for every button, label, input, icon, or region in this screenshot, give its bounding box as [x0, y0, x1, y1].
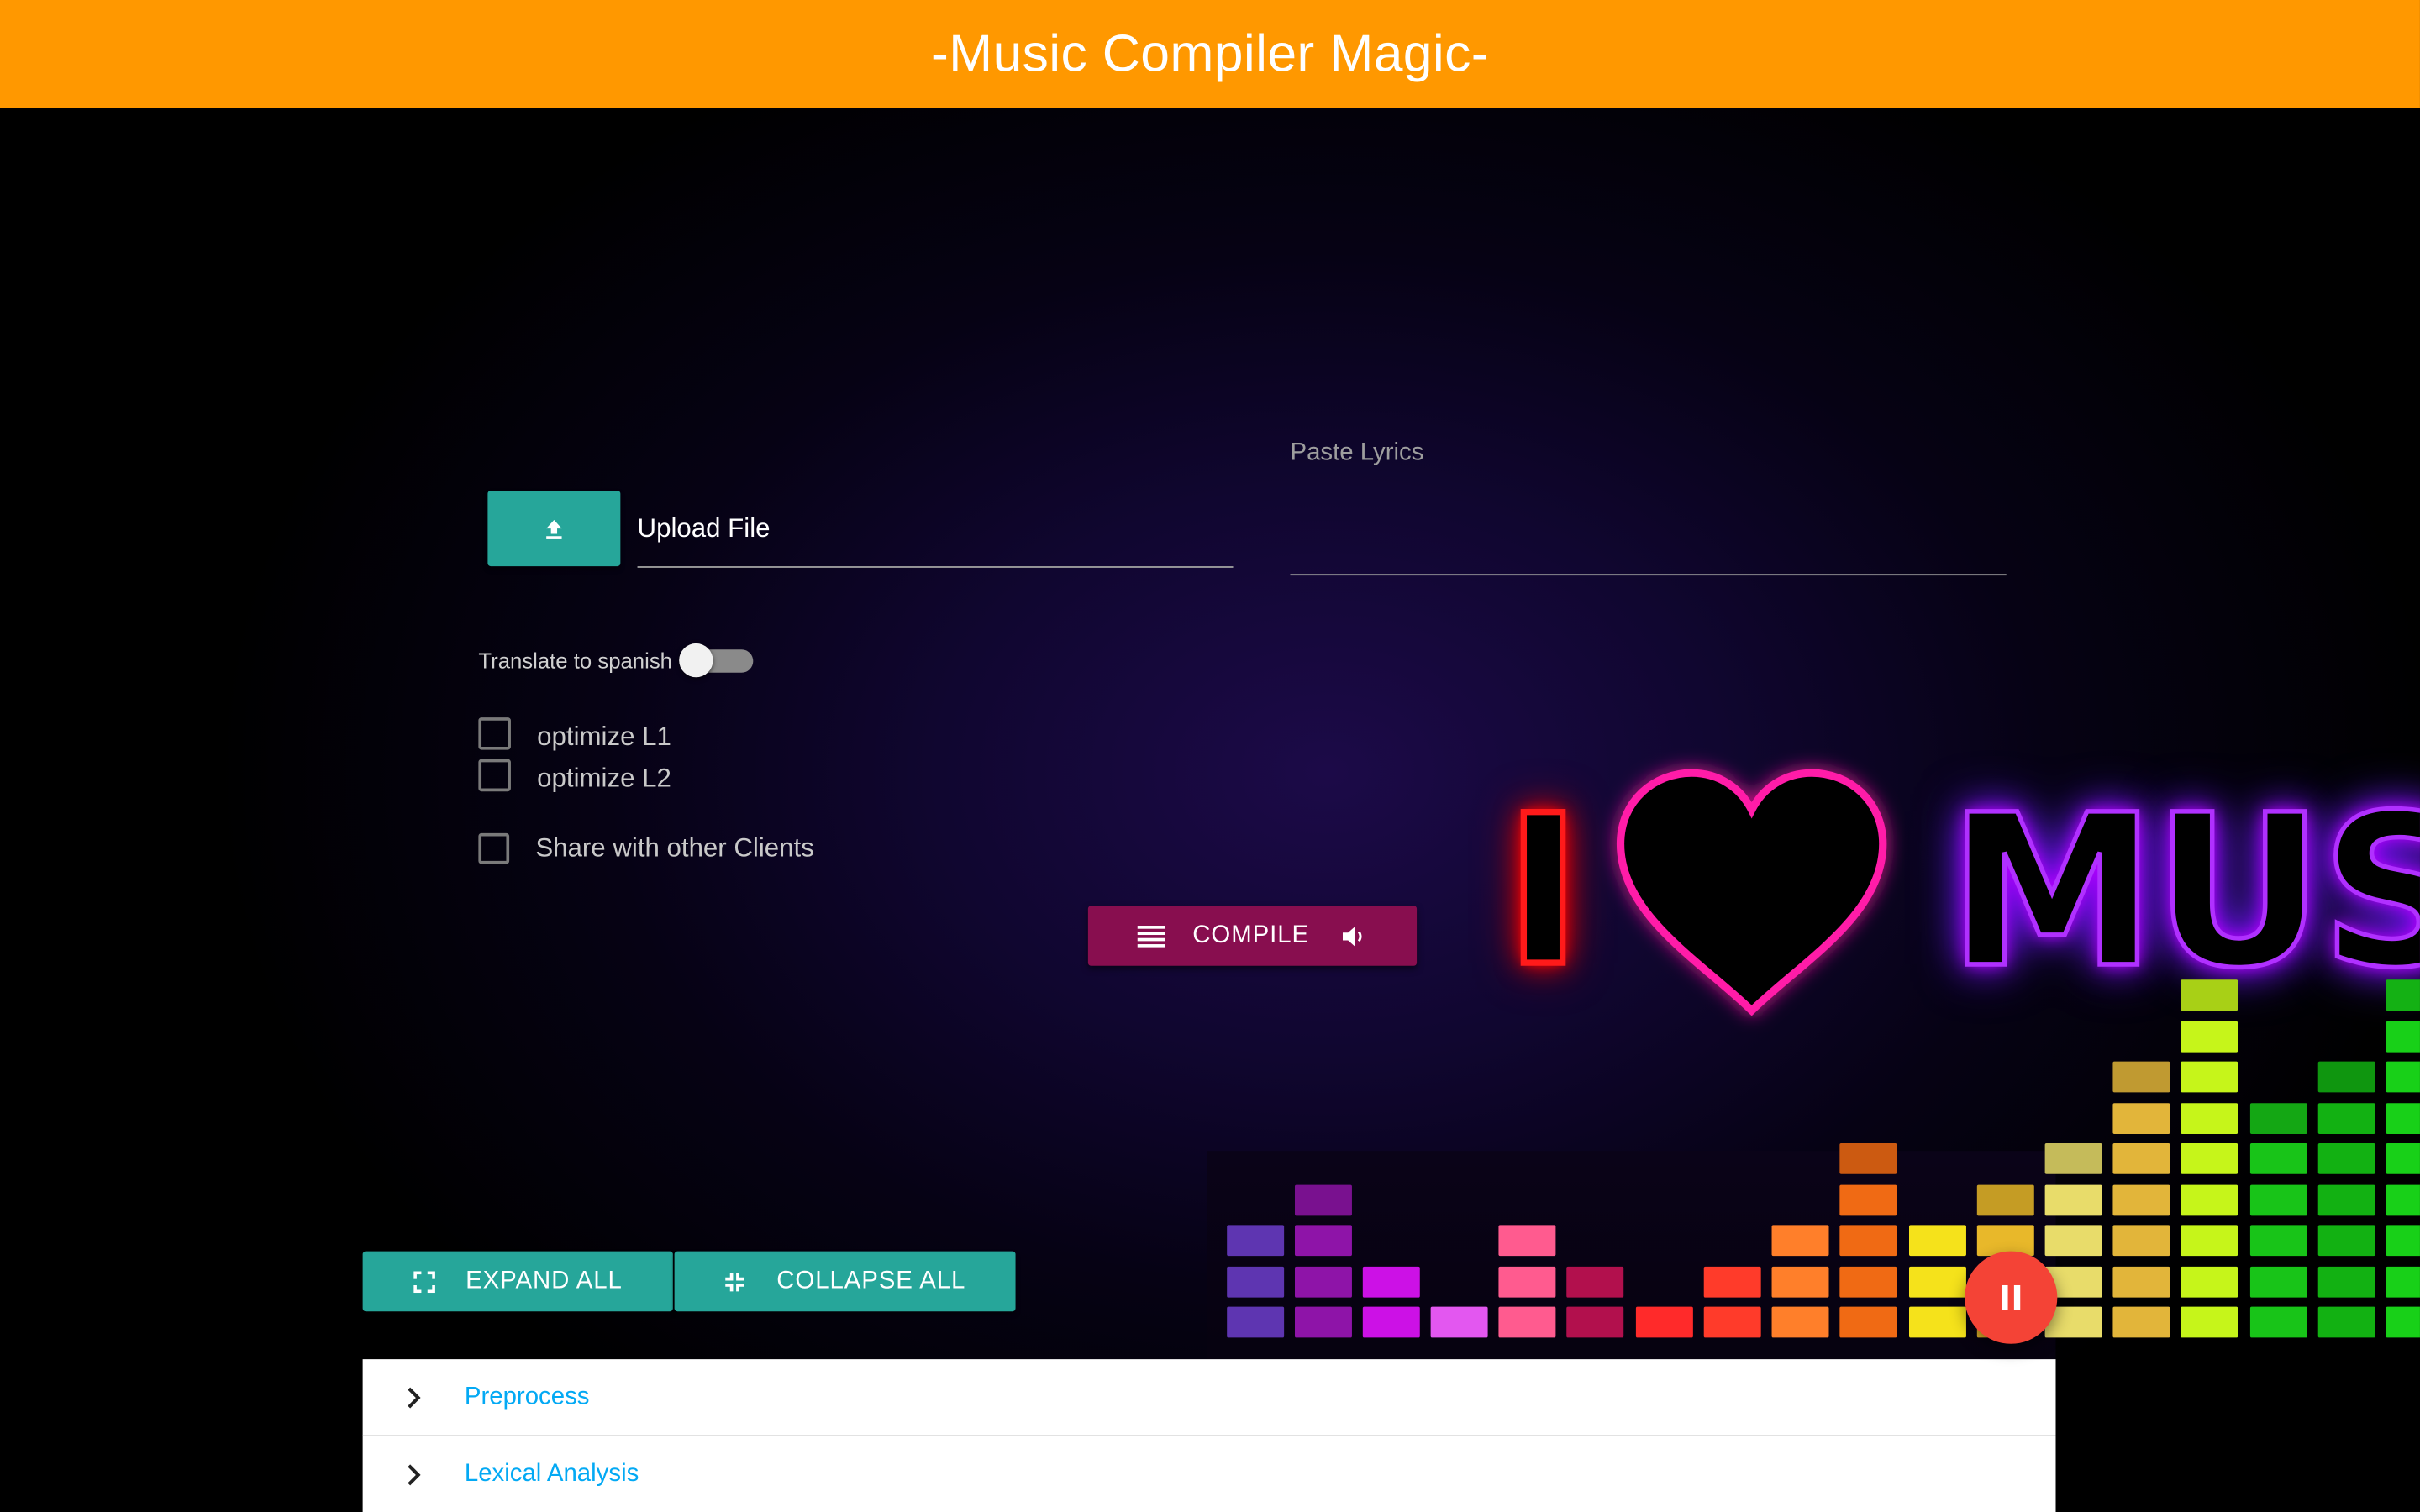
- main-stage: Upload File Paste Lyrics Translate to sp…: [0, 108, 2420, 1512]
- upload-button[interactable]: [487, 491, 621, 567]
- equalizer-bar-cell: [2386, 1184, 2420, 1215]
- translate-label: Translate to spanish: [478, 648, 672, 673]
- equalizer-bar-cell: [2386, 1266, 2420, 1297]
- optimize-l1-label: optimize L1: [537, 722, 671, 752]
- equalizer-bar-cell: [2317, 1225, 2375, 1257]
- equalizer-bar-cell: [2249, 1266, 2307, 1297]
- collapse-all-label: COLLAPSE ALL: [776, 1267, 966, 1294]
- toggle-knob: [679, 643, 713, 678]
- equalizer-backdrop: [1207, 1151, 2056, 1368]
- equalizer-bar-cell: [2386, 1102, 2420, 1134]
- share-checkbox[interactable]: [478, 832, 510, 864]
- equalizer-bar-cell: [2112, 1061, 2170, 1093]
- equalizer-bar-cell: [2249, 1225, 2307, 1257]
- lyrics-input[interactable]: [1290, 494, 2007, 576]
- optimize-l2-option[interactable]: optimize L2: [478, 754, 671, 795]
- app-header: -Music Compiler Magic-: [0, 0, 2420, 108]
- equalizer-bar-cell: [2181, 1102, 2238, 1134]
- fullscreen-icon: [413, 1270, 435, 1293]
- pause-button[interactable]: [1965, 1251, 2058, 1344]
- equalizer-bar-cell: [2112, 1102, 2170, 1134]
- equalizer-bar-cell: [2181, 1061, 2238, 1093]
- translate-toggle[interactable]: [679, 643, 754, 678]
- equalizer-bar-cell: [2249, 1142, 2307, 1174]
- equalizer-bar-cell: [2181, 1306, 2238, 1338]
- equalizer-bar-cell: [2386, 1020, 2420, 1052]
- equalizer-bar-cell: [2317, 1266, 2375, 1297]
- banner-word: MUS: [1945, 771, 2420, 1016]
- pause-icon: [2002, 1284, 2021, 1310]
- share-option[interactable]: Share with other Clients: [478, 832, 814, 864]
- equalizer-bar-cell: [2317, 1102, 2375, 1134]
- section-preprocess[interactable]: Preprocess: [362, 1359, 2056, 1436]
- upload-icon: [546, 519, 562, 539]
- app-title: -Music Compiler Magic-: [931, 24, 1489, 83]
- lyrics-label: Paste Lyrics: [1290, 439, 1424, 466]
- equalizer-bar-cell: [2386, 1225, 2420, 1257]
- sections-list: Preprocess Lexical Analysis: [362, 1359, 2056, 1512]
- fullscreen-exit-icon: [724, 1271, 746, 1293]
- equalizer-bar-cell: [2386, 1306, 2420, 1338]
- upload-file-path[interactable]: Upload File: [637, 496, 1234, 568]
- equalizer-bar-cell: [2317, 1142, 2375, 1174]
- equalizer-bar-cell: [2317, 1306, 2375, 1338]
- expand-all-label: EXPAND ALL: [466, 1267, 623, 1294]
- section-lexical-analysis[interactable]: Lexical Analysis: [362, 1436, 2056, 1512]
- optimize-l1-option[interactable]: optimize L1: [478, 713, 671, 753]
- equalizer-bar-cell: [2249, 1184, 2307, 1215]
- section-label: Preprocess: [464, 1383, 590, 1410]
- chevron-right-icon: [363, 1463, 465, 1485]
- equalizer-bar-cell: [2112, 1184, 2170, 1215]
- equalizer-bar-cell: [2386, 1061, 2420, 1093]
- app-root: -Music Compiler Magic- Upload File Paste…: [0, 0, 2420, 1512]
- expand-all-button[interactable]: EXPAND ALL: [362, 1251, 673, 1312]
- equalizer-bar-cell: [2181, 1020, 2238, 1052]
- collapse-all-button[interactable]: COLLAPSE ALL: [674, 1251, 1016, 1312]
- banner-letter-i: I: [1502, 771, 1585, 1012]
- heart-icon: [1608, 764, 1896, 1023]
- equalizer-bar-cell: [2112, 1225, 2170, 1257]
- equalizer-bar-cell: [2249, 1102, 2307, 1134]
- equalizer-bar-cell: [2112, 1142, 2170, 1174]
- equalizer-bar-cell: [2317, 1061, 2375, 1093]
- equalizer-bar-cell: [2112, 1306, 2170, 1338]
- section-label: Lexical Analysis: [464, 1460, 639, 1487]
- optimize-l2-label: optimize L2: [537, 764, 671, 794]
- compile-label: COMPILE: [1192, 921, 1309, 948]
- equalizer-bar-cell: [2386, 1142, 2420, 1174]
- equalizer-bar-cell: [2181, 1184, 2238, 1215]
- equalizer-bar-cell: [2317, 1184, 2375, 1215]
- volume-icon: [1343, 925, 1367, 947]
- compile-button[interactable]: COMPILE: [1087, 906, 1418, 966]
- list-icon: [1137, 925, 1165, 947]
- equalizer-bar-cell: [2181, 1225, 2238, 1257]
- equalizer-bar-cell: [2249, 1306, 2307, 1338]
- share-label: Share with other Clients: [535, 832, 814, 863]
- equalizer-bar-cell: [2112, 1266, 2170, 1297]
- upload-label: Upload File: [637, 513, 771, 543]
- equalizer-bar-cell: [2181, 1142, 2238, 1174]
- optimize-l2-checkbox[interactable]: [478, 758, 511, 791]
- equalizer-bar-cell: [2181, 1266, 2238, 1297]
- chevron-right-icon: [363, 1386, 465, 1408]
- optimize-l1-checkbox[interactable]: [478, 717, 511, 749]
